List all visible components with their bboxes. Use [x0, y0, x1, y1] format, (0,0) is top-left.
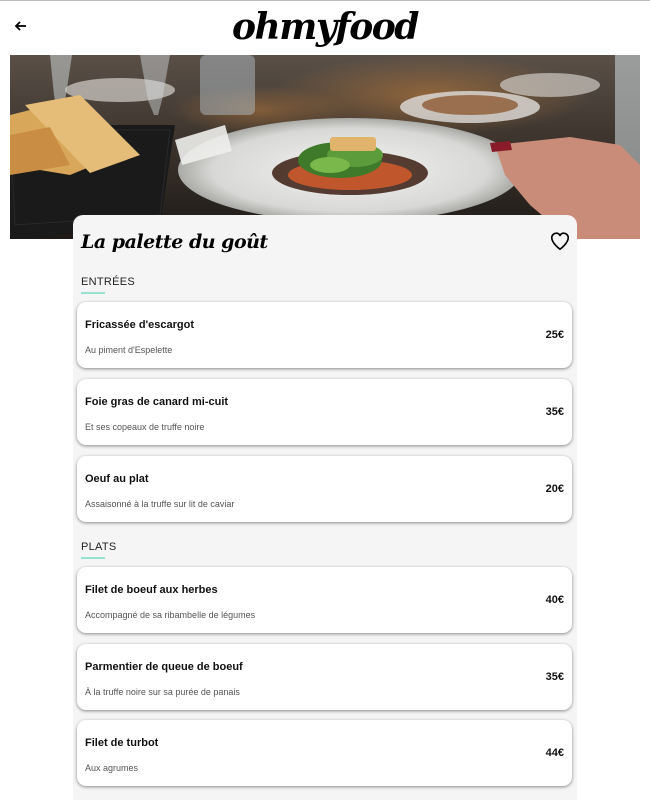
restaurant-name: La palette du goût [81, 231, 268, 253]
dish-price: 35€ [545, 406, 564, 418]
restaurant-page: ohmyfood La palette du goût ENTRÉES Fric… [0, 0, 650, 800]
dish-name: Oeuf au plat [85, 473, 149, 485]
dish-description: Au piment d'Espelette [85, 345, 173, 355]
dish-name: Filet de turbot [85, 737, 159, 749]
dish-card[interactable]: Filet de boeuf aux herbes Accompagné de … [77, 567, 572, 633]
dish-name: Parmentier de queue de boeuf [85, 661, 243, 673]
dish-price: 25€ [545, 329, 564, 341]
dish-card[interactable]: Foie gras de canard mi-cuit Et ses copea… [77, 379, 572, 445]
dish-price: 40€ [545, 594, 564, 606]
dish-name: Filet de boeuf aux herbes [85, 584, 218, 596]
section-underline [81, 292, 105, 294]
dish-price: 20€ [545, 483, 564, 495]
dish-description: Aux agrumes [85, 763, 139, 773]
section-underline [81, 557, 105, 559]
dish-description: Assaisonné à la truffe sur lit de caviar [85, 499, 235, 509]
dish-card[interactable]: Filet de turbot Aux agrumes 44€ [77, 720, 572, 786]
dish-description: Et ses copeaux de truffe noire [85, 422, 205, 432]
dish-card[interactable]: Oeuf au plat Assaisonné à la truffe sur … [77, 456, 572, 522]
dish-description: Accompagné de sa ribambelle de légumes [85, 610, 256, 620]
dish-card[interactable]: Parmentier de queue de boeuf À la truffe… [77, 644, 572, 710]
section-label-plats: PLATS [81, 541, 117, 553]
favorite-button[interactable] [549, 230, 571, 252]
dish-name: Foie gras de canard mi-cuit [85, 396, 229, 408]
section-label-entrees: ENTRÉES [81, 276, 136, 288]
dish-price: 35€ [545, 671, 564, 683]
header: ohmyfood [0, 1, 650, 54]
brand-logo[interactable]: ohmyfood [0, 3, 650, 51]
dish-card[interactable]: Fricassée d'escargot Au piment d'Espelet… [77, 302, 572, 368]
hero-image [10, 55, 640, 239]
menu-card: La palette du goût ENTRÉES Fricassée d'e… [73, 215, 577, 800]
dish-price: 44€ [545, 747, 564, 759]
dish-name: Fricassée d'escargot [85, 319, 195, 331]
heart-outline-icon [550, 232, 570, 251]
dish-description: À la truffe noire sur sa purée de panais [85, 687, 240, 697]
